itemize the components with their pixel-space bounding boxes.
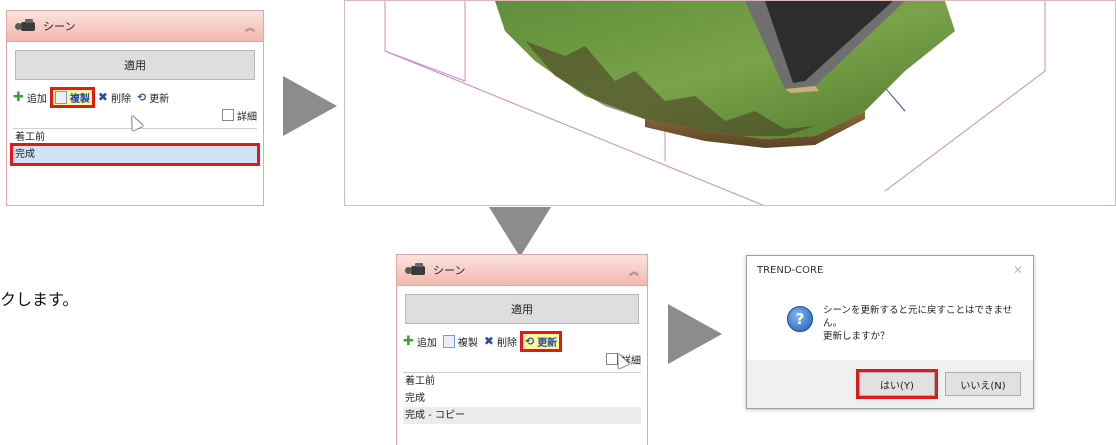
delete-button[interactable]: ✖ 削除 — [98, 90, 131, 105]
caption-text: クします。 — [0, 290, 79, 309]
scene-list: 着工前 完成 — [10, 128, 260, 166]
collapse-icon[interactable]: ︽ — [629, 263, 639, 278]
yes-button[interactable]: はい(Y) — [856, 369, 938, 399]
panel-header[interactable]: シーン ︽ — [7, 11, 263, 42]
add-button[interactable]: ✚ 追加 — [403, 334, 437, 349]
dialog-titlebar: TREND-CORE ✕ — [747, 256, 1033, 284]
duplicate-icon — [442, 334, 455, 348]
refresh-icon: ⟲ — [136, 90, 147, 104]
add-label: 追加 — [416, 337, 437, 349]
list-item[interactable]: 着工前 — [403, 373, 641, 390]
list-item[interactable]: 着工前 — [13, 129, 257, 146]
update-button[interactable]: ⟲ 更新 — [137, 90, 169, 105]
no-button[interactable]: いいえ(N) — [945, 372, 1021, 396]
add-icon: ✚ — [13, 89, 24, 105]
add-label: 追加 — [26, 93, 47, 105]
scene-panel-bottom: シーン ︽ 適用 ✚ 追加 複製 ✖ 削除 ⟲ 更新 詳細 着工前 完成 完成 … — [396, 254, 648, 445]
apply-button[interactable]: 適用 — [405, 294, 639, 324]
panel-title: シーン — [433, 264, 466, 277]
arrow-right-icon — [668, 304, 722, 364]
list-item-selected[interactable]: 完成 — [10, 143, 260, 166]
close-icon[interactable]: ✕ — [1013, 263, 1023, 277]
delete-icon: ✖ — [97, 90, 108, 104]
dialog-title: TREND-CORE — [757, 264, 824, 276]
detail-label: 詳細 — [237, 111, 257, 123]
dialog-message-line2: 更新しますか？ — [823, 331, 890, 342]
3d-viewport[interactable] — [344, 0, 1116, 206]
arrow-right-icon — [283, 76, 337, 136]
duplicate-button[interactable]: 複製 — [442, 334, 478, 349]
delete-label: 削除 — [110, 93, 131, 105]
list-item[interactable]: 完成 — [403, 390, 641, 407]
list-item-selected[interactable]: 完成 - コピー — [403, 407, 641, 424]
scene-panel-top: シーン ︽ 適用 ✚ 追加 複製 ✖ 削除 ⟲ 更新 詳細 着工前 完成 — [6, 10, 264, 206]
dialog-message-line1: シーンを更新すると元に戻すことはできません。 — [823, 305, 1013, 329]
add-button[interactable]: ✚ 追加 — [13, 90, 47, 105]
panel-header[interactable]: シーン ︽ — [397, 255, 647, 286]
update-label: 更新 — [537, 337, 558, 349]
dialog-body: ? シーンを更新すると元に戻すことはできません。 更新しますか？ — [747, 284, 1033, 366]
camera-icon — [15, 19, 37, 33]
question-icon: ? — [787, 306, 813, 332]
detail-checkbox[interactable] — [222, 109, 234, 121]
refresh-icon: ⟲ — [524, 334, 535, 348]
duplicate-button[interactable]: 複製 — [49, 86, 95, 108]
duplicate-label: 複製 — [69, 93, 90, 105]
scene-toolbar: ✚ 追加 複製 ✖ 削除 ⟲ 更新 — [403, 330, 641, 352]
panel-title: シーン — [43, 20, 76, 33]
delete-icon: ✖ — [483, 334, 494, 348]
delete-button[interactable]: ✖ 削除 — [484, 334, 517, 349]
scene-toolbar: ✚ 追加 複製 ✖ 削除 ⟲ 更新 — [13, 86, 257, 108]
detail-toggle[interactable]: 詳細 — [403, 352, 641, 367]
add-icon: ✚ — [403, 333, 414, 349]
arrow-down-icon — [489, 207, 551, 257]
confirm-dialog: TREND-CORE ✕ ? シーンを更新すると元に戻すことはできません。 更新… — [746, 255, 1034, 409]
collapse-icon[interactable]: ︽ — [245, 19, 255, 34]
delete-label: 削除 — [496, 337, 517, 349]
dialog-message: シーンを更新すると元に戻すことはできません。 更新しますか？ — [823, 304, 1019, 343]
dialog-footer: はい(Y) いいえ(N) — [747, 360, 1033, 408]
duplicate-icon — [54, 90, 67, 104]
duplicate-label: 複製 — [457, 337, 478, 349]
apply-button[interactable]: 適用 — [15, 50, 255, 80]
camera-icon — [405, 263, 427, 277]
terrain-model-image — [384, 1, 1046, 205]
scene-list: 着工前 完成 完成 - コピー — [403, 372, 641, 424]
update-button[interactable]: ⟲ 更新 — [519, 330, 563, 352]
update-label: 更新 — [149, 93, 170, 105]
